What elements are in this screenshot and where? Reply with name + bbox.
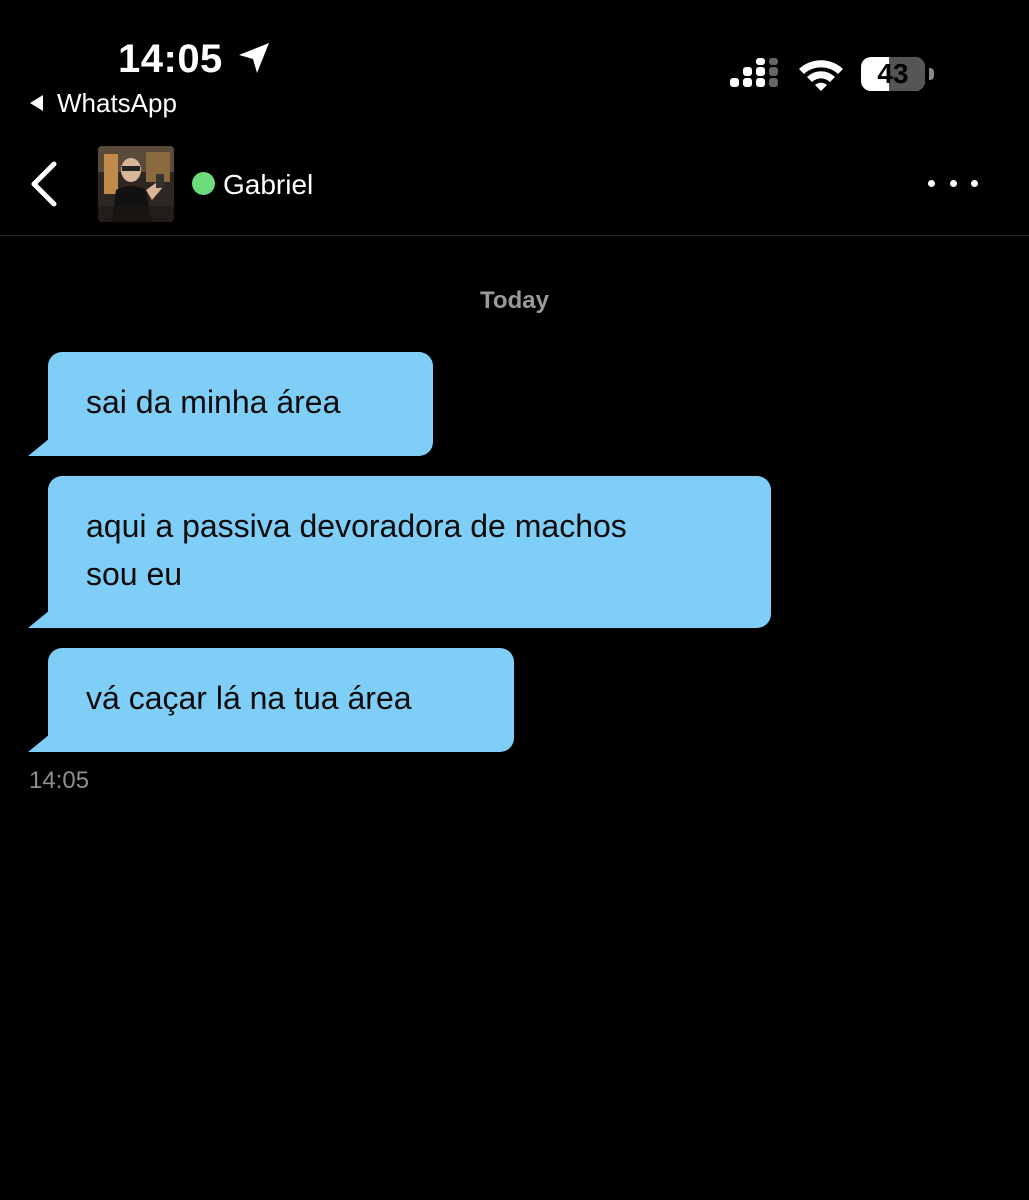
online-status-dot [192, 172, 215, 195]
back-triangle-icon [30, 95, 43, 111]
battery-level: 43 [877, 58, 909, 89]
signal-icon [730, 58, 778, 87]
date-separator: Today [480, 287, 549, 314]
more-dot [971, 179, 978, 187]
location-arrow-icon [239, 43, 269, 73]
status-time: 14:05 [118, 37, 223, 81]
message-timestamp: 14:05 [29, 767, 90, 794]
battery-body: 43 [861, 57, 925, 91]
more-dot [928, 179, 935, 187]
avatar[interactable] [98, 146, 174, 222]
battery-icon: 43 [861, 57, 937, 93]
message-bubble[interactable]: sai da minha área [28, 352, 433, 456]
more-options-icon[interactable] [928, 172, 978, 194]
message-bubble[interactable]: vá caçar lá na tua área [28, 648, 514, 752]
more-dot [949, 179, 957, 187]
battery-cap [929, 68, 934, 80]
chat-screen: 14:05 WhatsApp 43 Gabriel Today sai da m… [0, 0, 1029, 1200]
back-app-label: WhatsApp [57, 88, 177, 118]
header-divider [0, 235, 1029, 236]
wifi-icon [799, 60, 843, 91]
chevron-left-icon[interactable] [24, 158, 64, 210]
message-bubble[interactable]: aqui a passiva devoradora de machos sou … [28, 476, 771, 628]
contact-name[interactable]: Gabriel [223, 168, 313, 202]
back-to-app-link[interactable]: WhatsApp [30, 88, 177, 118]
